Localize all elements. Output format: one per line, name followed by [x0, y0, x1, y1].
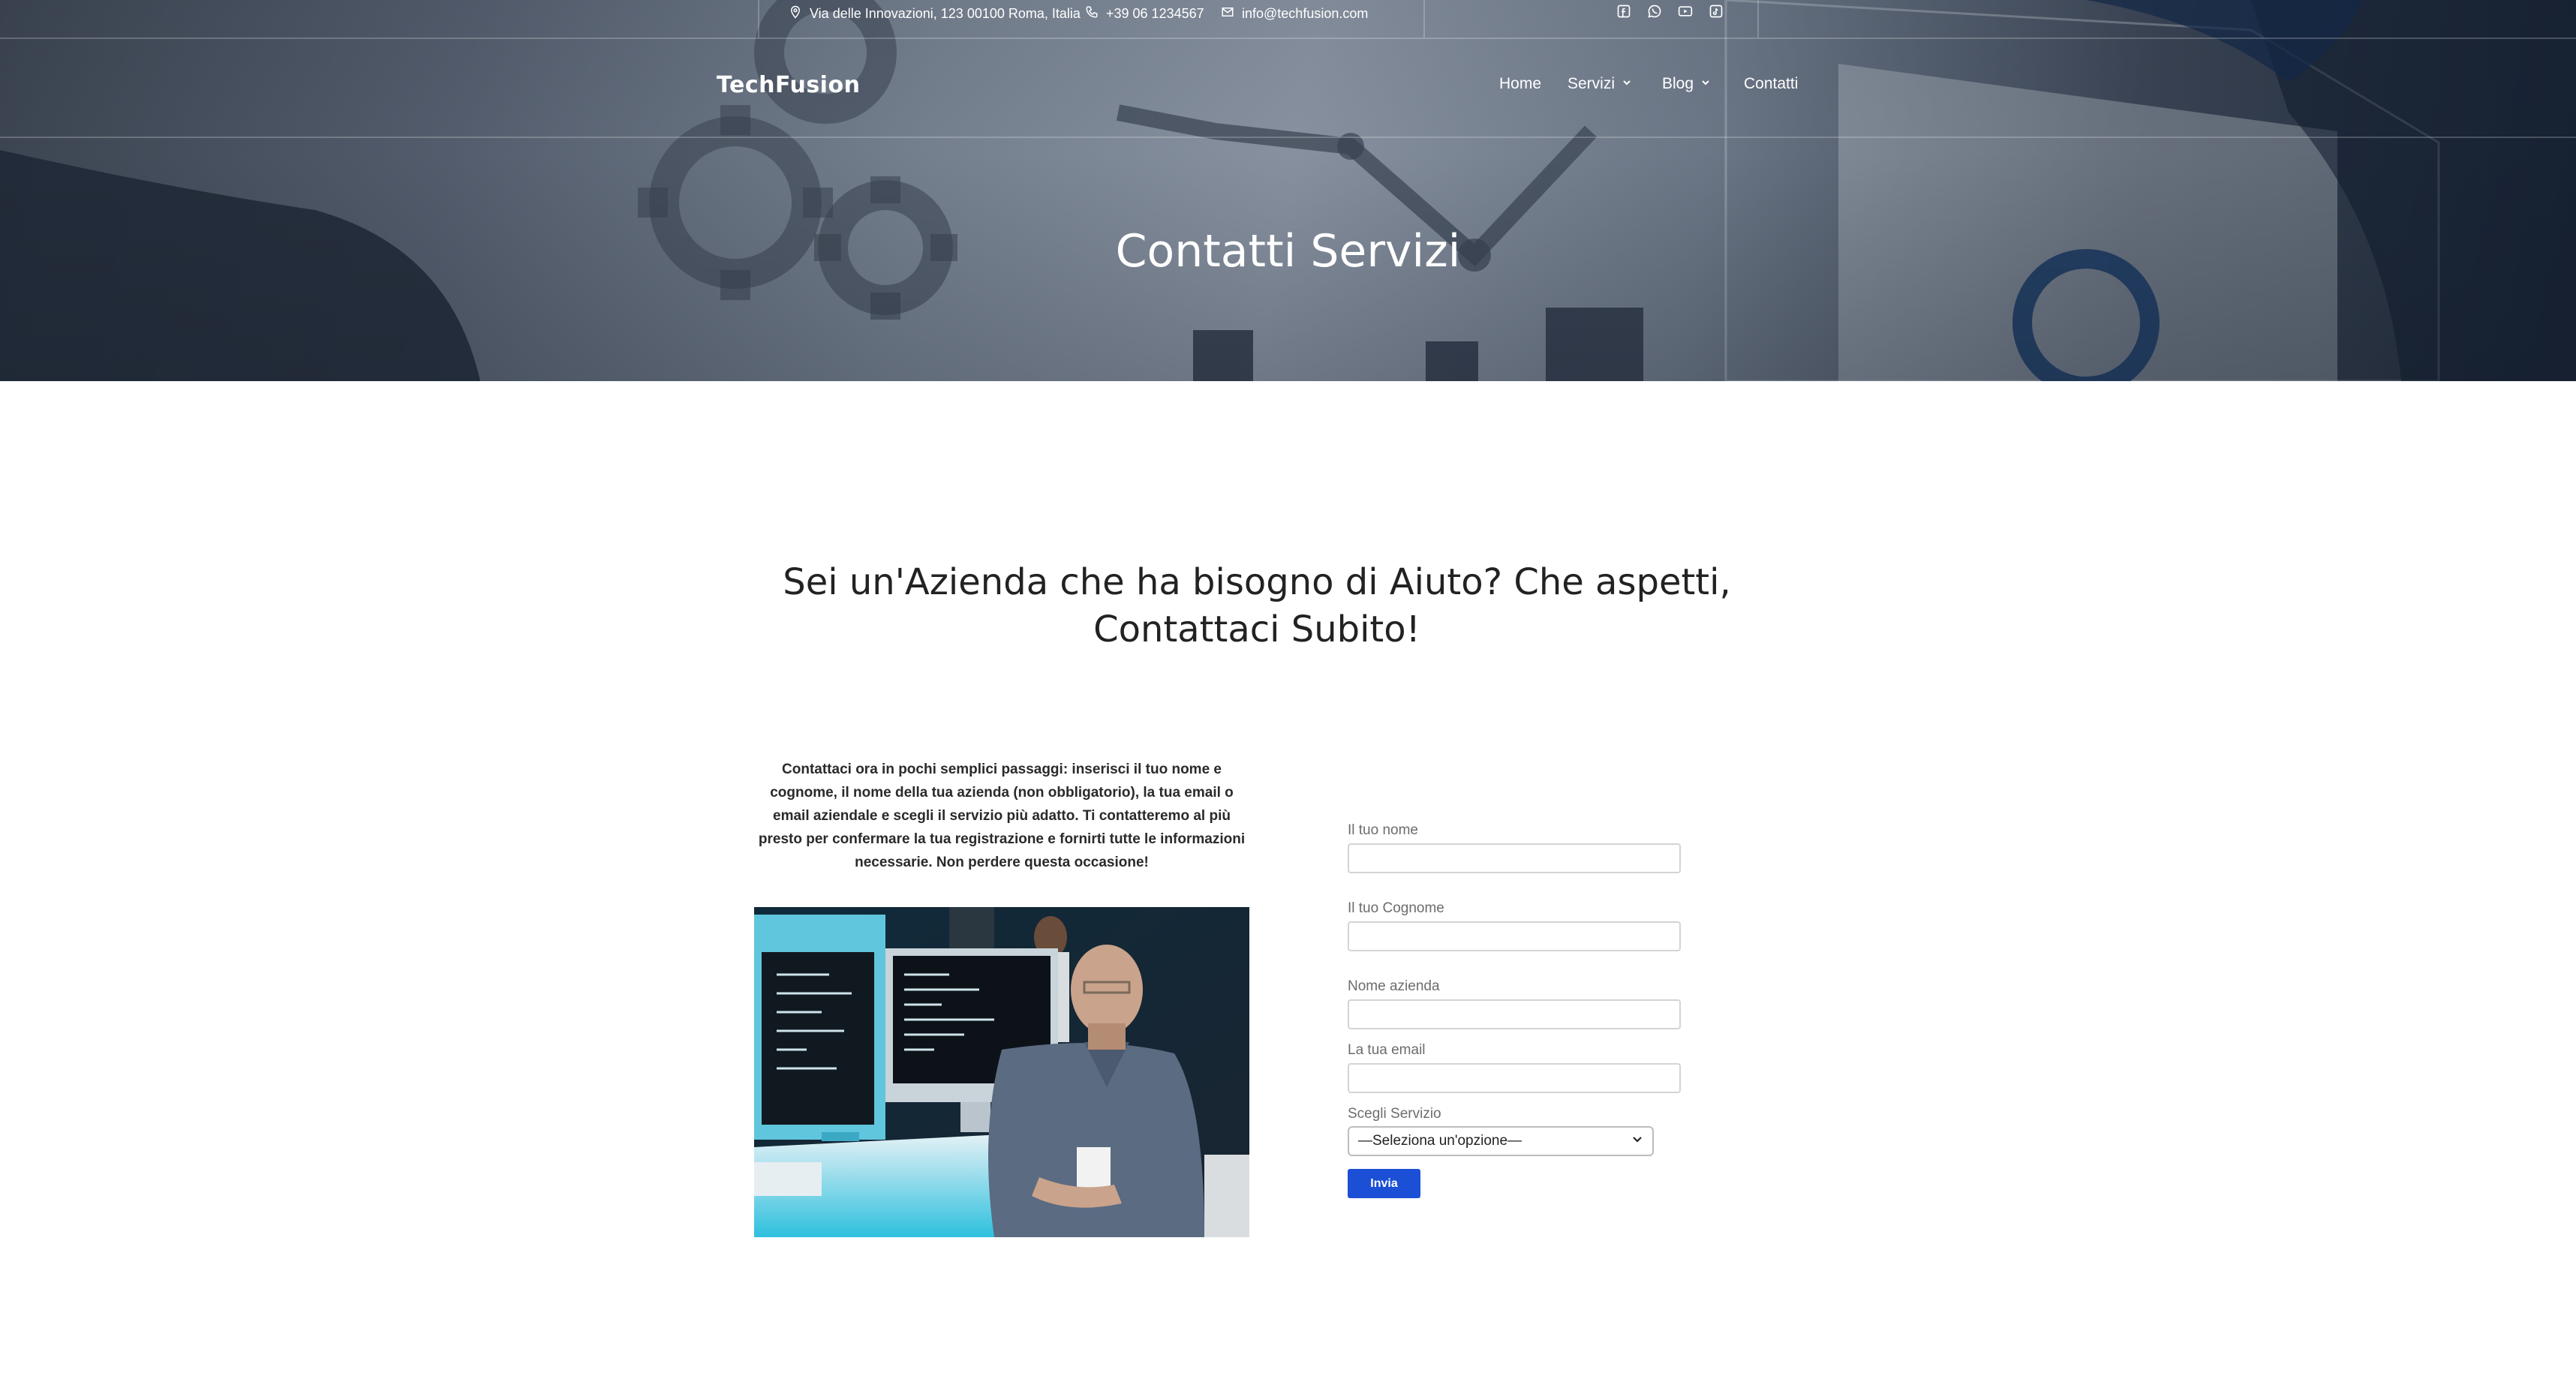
top-info-bar: Via delle Innovazioni, 123 00100 Roma, I… — [0, 0, 2576, 39]
first-name-label: Il tuo nome — [1348, 822, 1418, 838]
service-select[interactable]: —Seleziona un'opzione— — [1348, 1126, 1654, 1156]
facebook-icon[interactable] — [1616, 3, 1632, 20]
nav-item-blog[interactable]: Blog — [1662, 75, 1712, 93]
hero-banner: Via delle Innovazioni, 123 00100 Roma, I… — [0, 0, 2576, 381]
site-logo[interactable]: TechFusion — [717, 72, 860, 98]
address-text: Via delle Innovazioni, 123 00100 Roma, I… — [810, 5, 1081, 21]
nav-item-label: Home — [1499, 75, 1542, 92]
nav-item-contatti[interactable]: Contatti — [1744, 75, 1798, 93]
last-name-label: Il tuo Cognome — [1348, 900, 1444, 916]
nav-item-servizi[interactable]: Servizi — [1568, 75, 1633, 93]
company-field[interactable] — [1348, 999, 1681, 1029]
location-pin-icon — [789, 5, 802, 23]
service-selected-value: —Seleziona un'opzione— — [1358, 1133, 1522, 1149]
first-name-field[interactable] — [1348, 843, 1681, 873]
service-label: Scegli Servizio — [1348, 1106, 1441, 1122]
top-info-divider — [1423, 0, 1425, 38]
headline-line-2: Contattaci Subito! — [1093, 608, 1420, 650]
youtube-icon[interactable] — [1677, 3, 1694, 20]
tiktok-icon[interactable] — [1708, 3, 1724, 20]
email-label: La tua email — [1348, 1042, 1426, 1058]
phone-info[interactable]: +39 06 1234567 — [1085, 0, 1204, 27]
phone-icon — [1085, 5, 1099, 23]
phone-text: +39 06 1234567 — [1106, 5, 1204, 21]
section-headline: Sei un'Azienda che ha bisogno di Aiuto? … — [720, 559, 1793, 653]
nav-item-label: Contatti — [1744, 75, 1799, 92]
chevron-down-icon — [1621, 75, 1633, 93]
office-developer-photo — [754, 907, 1249, 1237]
page-title: Contatti Servizi — [1115, 225, 1461, 278]
email-field[interactable] — [1348, 1063, 1681, 1093]
email-info[interactable]: info@techfusion.com — [1221, 0, 1368, 27]
chevron-down-icon — [1631, 1133, 1643, 1149]
intro-paragraph: Contattaci ora in pochi semplici passagg… — [758, 762, 1246, 870]
chevron-down-icon — [1700, 75, 1712, 93]
main-navigation: TechFusion Home Servizi Blog Contatti — [0, 38, 2576, 138]
whatsapp-icon[interactable] — [1646, 3, 1663, 20]
mail-icon — [1221, 5, 1234, 23]
nav-item-label: Blog — [1662, 75, 1694, 92]
nav-item-home[interactable]: Home — [1499, 75, 1541, 93]
nav-item-label: Servizi — [1568, 75, 1616, 92]
company-label: Nome azienda — [1348, 978, 1440, 994]
address-info: Via delle Innovazioni, 123 00100 Roma, I… — [789, 0, 1081, 27]
submit-button[interactable]: Invia — [1348, 1169, 1420, 1198]
last-name-field[interactable] — [1348, 921, 1681, 951]
email-text: info@techfusion.com — [1242, 5, 1369, 21]
headline-line-1: Sei un'Azienda che ha bisogno di Aiuto? … — [783, 561, 1731, 603]
